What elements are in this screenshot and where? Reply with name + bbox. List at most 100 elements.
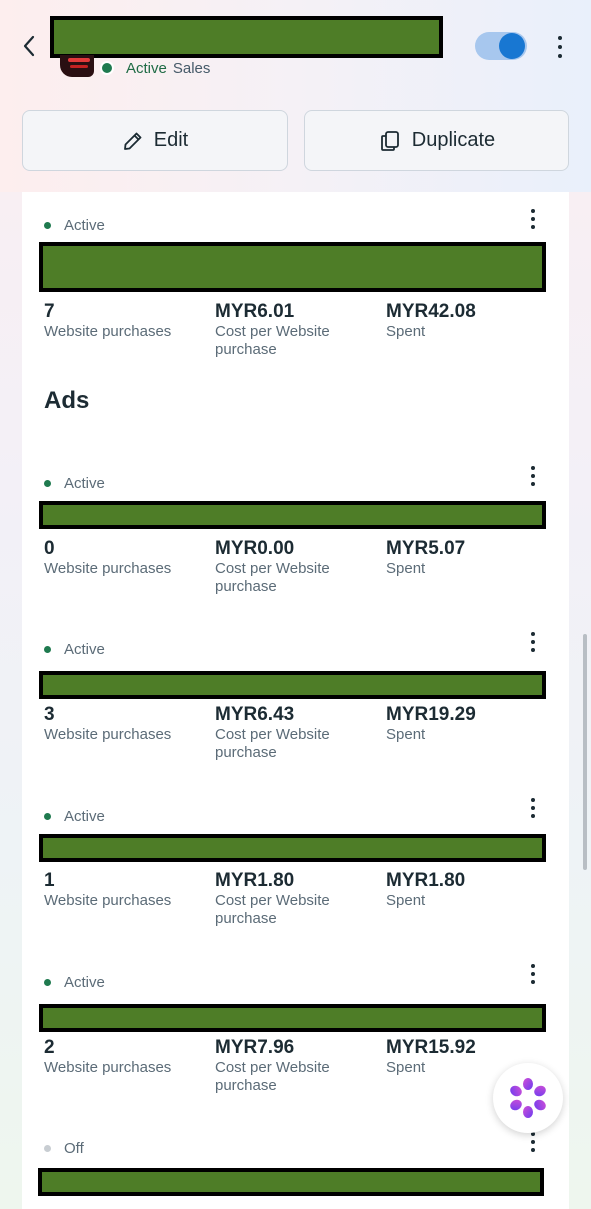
meta-ai-icon (510, 1078, 546, 1118)
spent-caption: Spent (386, 892, 426, 909)
spent-caption: Spent (386, 1059, 426, 1076)
cost-metric: MYR6.01 Cost per Website purchase (215, 301, 330, 359)
cost-caption-2: purchase (215, 1077, 277, 1094)
status-dot (44, 645, 51, 653)
spent-value: MYR1.80 (386, 870, 466, 891)
edit-button[interactable]: Edit (22, 110, 288, 171)
purchases-metric: 0 Website purchases (44, 538, 171, 578)
spent-metric: MYR42.08 Spent (386, 301, 476, 341)
content-panel: Active 7 Website purchases MYR6.01 Cost … (22, 192, 569, 1209)
status-dot (44, 221, 51, 229)
more-options-icon[interactable] (552, 34, 568, 60)
spent-caption: Spent (386, 726, 426, 743)
purchases-caption: Website purchases (44, 560, 172, 577)
purchases-metric: 1 Website purchases (44, 870, 171, 910)
cost-metric: MYR7.96 Cost per Website purchase (215, 1037, 330, 1095)
spent-metric: MYR5.07 Spent (386, 538, 465, 578)
duplicate-icon (380, 130, 399, 151)
campaign-header: Active Sales Edit Duplicate (0, 0, 591, 192)
cost-caption-2: purchase (215, 341, 277, 358)
avatar (60, 55, 94, 77)
status-label: Off (64, 1139, 84, 1157)
cost-value: MYR1.80 (215, 870, 295, 891)
more-options-icon[interactable] (529, 964, 537, 984)
redacted-campaign-name (50, 16, 443, 58)
purchases-value: 1 (44, 870, 55, 891)
purchases-value: 3 (44, 704, 55, 725)
spent-value: MYR15.92 (386, 1037, 476, 1058)
objective-text: Sales (172, 59, 211, 77)
redacted-ad-name (39, 501, 546, 529)
spent-value: MYR5.07 (386, 538, 466, 559)
pencil-icon (123, 132, 142, 150)
cost-value: MYR6.01 (215, 301, 295, 322)
cost-caption-2: purchase (215, 744, 277, 761)
edit-label: Edit (153, 129, 189, 151)
more-options-icon[interactable] (529, 209, 537, 229)
spent-metric: MYR15.92 Spent (386, 1037, 476, 1077)
status-dot (100, 61, 114, 75)
redacted-ad-name (39, 1004, 546, 1032)
ad-status: Active (44, 640, 105, 658)
cost-value: MYR7.96 (215, 1037, 295, 1058)
purchases-value: 7 (44, 301, 55, 322)
cost-value: MYR6.43 (215, 704, 295, 725)
meta-ai-button[interactable] (493, 1063, 563, 1133)
campaign-status: Active Sales (100, 59, 210, 77)
status-dot (44, 812, 51, 820)
status-label: Active (64, 640, 105, 658)
ad-set-status: Active (44, 216, 105, 234)
spent-value: MYR42.08 (386, 301, 476, 322)
purchases-metric: 3 Website purchases (44, 704, 171, 744)
ad-status: Active (44, 474, 105, 492)
purchases-caption: Website purchases (44, 892, 172, 909)
status-text: Active (126, 59, 167, 77)
purchases-value: 0 (44, 538, 55, 559)
status-dot (44, 978, 51, 986)
spent-metric: MYR19.29 Spent (386, 704, 476, 744)
cost-metric: MYR1.80 Cost per Website purchase (215, 870, 330, 928)
spent-value: MYR19.29 (386, 704, 476, 725)
cost-caption: Cost per Website (215, 892, 330, 909)
toggle-knob (499, 33, 525, 59)
duplicate-label: Duplicate (411, 129, 496, 151)
campaign-toggle[interactable] (475, 32, 527, 60)
more-options-icon[interactable] (529, 466, 537, 486)
purchases-value: 2 (44, 1037, 55, 1058)
duplicate-button[interactable]: Duplicate (304, 110, 569, 171)
spent-caption: Spent (386, 560, 426, 577)
status-label: Active (64, 807, 105, 825)
status-label: Active (64, 216, 105, 234)
cost-caption: Cost per Website (215, 560, 330, 577)
status-label: Active (64, 474, 105, 492)
cost-caption-2: purchase (215, 910, 277, 927)
status-dot (44, 1144, 51, 1152)
more-options-icon[interactable] (529, 798, 537, 818)
ad-status: Off (44, 1139, 84, 1157)
more-options-icon[interactable] (529, 632, 537, 652)
back-arrow-icon[interactable] (18, 34, 40, 58)
purchases-caption: Website purchases (44, 1059, 172, 1076)
cost-caption: Cost per Website (215, 726, 330, 743)
ads-section-title: Ads (44, 387, 90, 414)
redacted-ad-name (39, 671, 546, 699)
spent-caption: Spent (386, 323, 426, 340)
spent-metric: MYR1.80 Spent (386, 870, 465, 910)
redacted-ad-set-name (39, 242, 546, 292)
cost-metric: MYR0.00 Cost per Website purchase (215, 538, 330, 596)
redacted-ad-name (39, 834, 546, 862)
redacted-ad-name (38, 1168, 544, 1196)
more-options-icon[interactable] (529, 1132, 537, 1152)
purchases-metric: 7 Website purchases (44, 301, 171, 341)
ad-status: Active (44, 807, 105, 825)
ad-status: Active (44, 973, 105, 991)
cost-value: MYR0.00 (215, 538, 295, 559)
purchases-caption: Website purchases (44, 323, 172, 340)
status-dot (44, 479, 51, 487)
cost-caption: Cost per Website (215, 1059, 330, 1076)
purchases-caption: Website purchases (44, 726, 172, 743)
purchases-metric: 2 Website purchases (44, 1037, 171, 1077)
scrollbar[interactable] (583, 634, 587, 870)
cost-caption: Cost per Website (215, 323, 330, 340)
cost-caption-2: purchase (215, 578, 277, 595)
